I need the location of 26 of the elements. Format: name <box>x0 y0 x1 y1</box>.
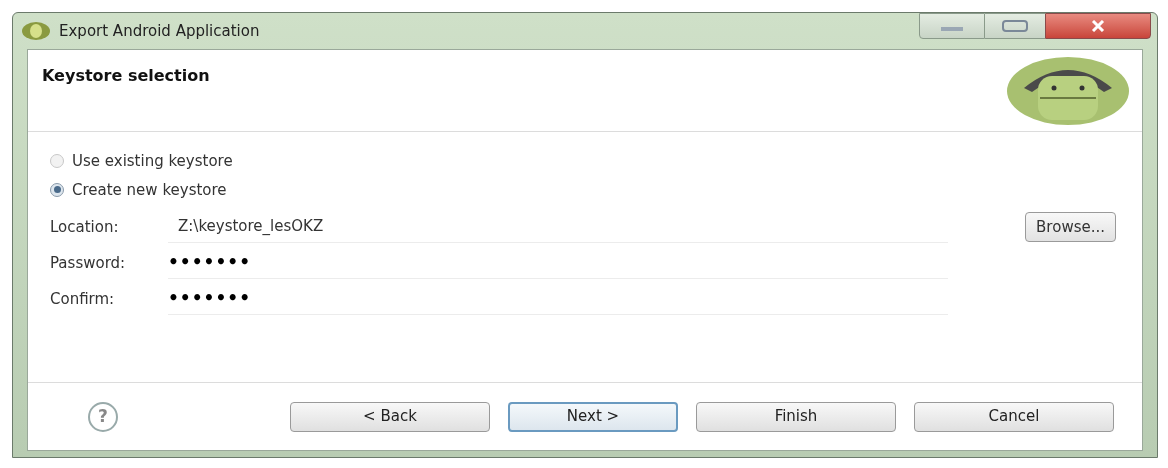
radio-button[interactable] <box>50 154 64 169</box>
dialog-button[interactable]: Finish <box>696 401 896 432</box>
dialog-button[interactable]: < Back <box>290 401 490 432</box>
radio-label[interactable]: Create new keystore <box>72 178 227 201</box>
password-field[interactable]: ••••••• <box>168 283 948 315</box>
maximize-button[interactable] <box>985 13 1045 39</box>
minimize-icon <box>941 27 963 31</box>
field-label: Confirm: <box>50 288 116 310</box>
dialog-button[interactable]: Cancel <box>914 401 1114 432</box>
field-label: Password: <box>50 252 127 274</box>
dialog-button[interactable]: Next > <box>508 401 678 432</box>
help-button[interactable]: ? <box>88 401 118 432</box>
app-icon <box>21 21 51 41</box>
radio-label[interactable]: Use existing keystore <box>72 150 233 173</box>
page-title: Keystore selection <box>42 65 210 87</box>
close-button[interactable] <box>1045 13 1151 39</box>
maximize-icon <box>1002 20 1028 32</box>
minimize-button[interactable] <box>919 13 985 39</box>
password-field[interactable]: ••••••• <box>168 247 948 279</box>
radio-button[interactable] <box>50 182 64 197</box>
browse-button[interactable]: Browse... <box>1025 212 1116 242</box>
android-logo-icon <box>1006 56 1130 126</box>
location-field[interactable]: Z:\keystore_lesOKZ <box>168 211 948 243</box>
close-icon <box>1091 20 1105 32</box>
window-title: Export Android Application <box>59 20 260 42</box>
field-label: Location: <box>50 216 120 238</box>
